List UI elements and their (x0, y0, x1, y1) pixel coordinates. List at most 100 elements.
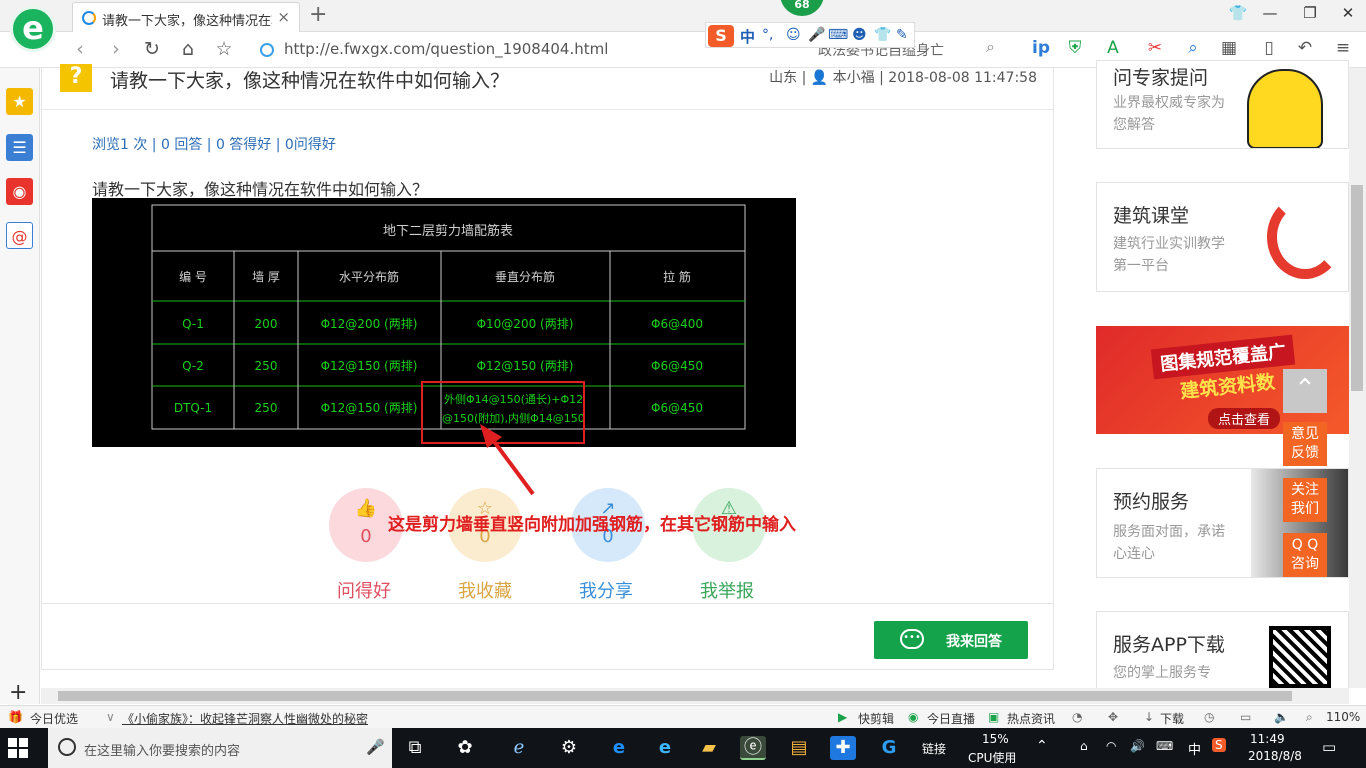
window-icon[interactable]: ▭ (1240, 710, 1251, 724)
volume-icon[interactable]: 🔊 (1130, 739, 1145, 753)
ie-e-icon[interactable]: ℯ (506, 736, 532, 760)
speed-icon[interactable]: ◔ (1072, 710, 1082, 724)
add-sidebar-icon[interactable]: + (9, 680, 27, 705)
shield-icon[interactable]: ⛨ (1064, 38, 1086, 58)
zoom-icon[interactable]: ⌕ (1306, 710, 1313, 725)
banner-cta[interactable]: 点击查看 (1208, 408, 1281, 429)
file-explorer-icon[interactable]: ▰ (696, 736, 722, 760)
expert-card[interactable]: 问专家提问 业界最权威专家为您解答 (1096, 60, 1349, 149)
wifi-icon[interactable]: ◠ (1106, 739, 1116, 753)
favorites-icon[interactable]: ★ (6, 88, 33, 115)
clock-date[interactable]: 2018/8/8 (1248, 749, 1302, 763)
forward-icon[interactable]: › (104, 38, 128, 60)
sogou-tray-icon[interactable]: S (1212, 738, 1226, 752)
skin-icon[interactable]: 👕 (1226, 4, 1250, 22)
today-picks-link[interactable]: 今日优选 (30, 710, 78, 727)
favorite-star-icon[interactable]: ☆ (212, 38, 236, 60)
mail-icon[interactable]: @ (6, 222, 33, 249)
kuaijianji-link[interactable]: 快剪辑 (858, 710, 894, 727)
collect-label[interactable]: 我收藏 (435, 577, 535, 603)
question-body: 请教一下大家，像这种情况在软件中如何输入？ (92, 180, 429, 199)
news-ticker-link[interactable]: 《小偷家族》：收起锋芒洞察人性幽微处的秘密 (122, 710, 368, 727)
g-app-icon[interactable]: G (876, 736, 902, 760)
plus-app-icon[interactable]: ✚ (830, 736, 856, 760)
pin-icon[interactable]: ✥ (1108, 710, 1118, 724)
report-label[interactable]: 我举报 (677, 577, 777, 603)
action-center-icon[interactable]: ▭ (1322, 738, 1336, 756)
settings-app-icon[interactable]: ⚙ (556, 736, 582, 760)
url-text[interactable]: http://e.fwxgx.com/question_1908404.html (284, 40, 608, 58)
links-toolbar[interactable]: 链接 (922, 740, 946, 757)
sound-icon[interactable]: 🔈 (1274, 710, 1289, 724)
windows-start-icon[interactable] (8, 738, 28, 758)
wrench-icon[interactable]: ✎ (896, 27, 908, 43)
browser-logo-icon[interactable]: e (10, 6, 56, 52)
share-label[interactable]: 我分享 (556, 577, 656, 603)
weibo-icon[interactable]: ◉ (6, 178, 33, 205)
microphone-icon[interactable]: 🎤 (808, 27, 825, 43)
minimize-icon[interactable]: — (1258, 4, 1282, 22)
network-icon[interactable]: ⌂ (1080, 739, 1088, 753)
question-datetime: 2018-08-08 11:47:58 (888, 70, 1037, 86)
clock-time[interactable]: 11:49 (1250, 732, 1285, 746)
home-icon[interactable]: ⌂ (176, 38, 200, 60)
download-icon: ↓ (1144, 710, 1155, 724)
answer-button[interactable]: ••• 我来回答 (874, 621, 1028, 659)
pinwheel-app-icon[interactable]: ✿ (452, 736, 478, 760)
sogou-ime-icon[interactable]: S (708, 25, 734, 47)
new-tab-button[interactable]: + (309, 3, 327, 27)
follow-us-button[interactable]: 关注 我们 (1283, 478, 1327, 522)
apps-grid-icon[interactable]: ▦ (1218, 38, 1240, 58)
undo-icon[interactable]: ↶ (1294, 38, 1316, 58)
notes-app-icon[interactable]: ▤ (786, 736, 812, 760)
question-stats[interactable]: 浏览1 次 | 0 回答 | 0 答得好 | 0问得好 (92, 134, 336, 154)
reading-list-icon[interactable]: ☰ (6, 134, 33, 161)
course-card[interactable]: 建筑课堂 建筑行业实训教学第一平台 (1096, 182, 1349, 292)
address-bar[interactable]: http://e.fwxgx.com/question_1908404.html (258, 37, 718, 63)
translate-icon[interactable]: A (1102, 38, 1124, 58)
taskbar-search-input[interactable]: 在这里输入你要搜索的内容 🎤 (48, 728, 392, 768)
search-icon[interactable]: ⌕ (986, 37, 995, 57)
shirt-icon[interactable]: 👕 (874, 27, 891, 43)
feedback-button[interactable]: 意见 反馈 (1283, 422, 1327, 466)
notification-badge[interactable]: 68 (780, 0, 824, 16)
internet-explorer-icon[interactable]: e (652, 736, 678, 760)
scissors-icon[interactable]: ✂ (1144, 38, 1166, 58)
back-icon[interactable]: ‹ (68, 38, 92, 60)
chevron-up-icon[interactable]: ⌃ (1036, 738, 1048, 754)
microphone-icon[interactable]: 🎤 (366, 738, 385, 756)
user-icon[interactable]: ☻ (852, 27, 867, 43)
punctuation-icon[interactable]: °, (762, 27, 773, 43)
tab-close-icon[interactable]: × (277, 8, 290, 26)
tablet-icon[interactable]: ▯ (1258, 38, 1280, 58)
live-link[interactable]: 今日直播 (927, 710, 975, 727)
like-label[interactable]: 问得好 (314, 577, 414, 603)
back-to-top-button[interactable]: ⌃ (1283, 369, 1327, 413)
browser-tab[interactable]: 请教一下大家，像这种情况在软件中如何输入？ - 工程问答 × (72, 2, 300, 32)
menu-icon[interactable]: ≡ (1332, 38, 1354, 58)
task-view-icon[interactable]: ⧉ (402, 736, 428, 760)
input-language[interactable]: 中 (1188, 739, 1201, 758)
emoji-icon[interactable]: ☺ (786, 27, 801, 43)
restore-icon[interactable]: ❐ (1298, 4, 1322, 22)
ime-lang-toggle[interactable]: 中 (740, 26, 755, 47)
magnifier-icon[interactable]: ⌕ (1182, 38, 1204, 58)
question-author[interactable]: 本小福 (833, 70, 875, 86)
download-link[interactable]: 下载 (1160, 710, 1184, 727)
close-icon[interactable]: ✕ (1336, 4, 1360, 22)
refresh-icon[interactable]: ↻ (140, 38, 164, 60)
chevron-down-icon[interactable]: ∨ (106, 710, 115, 724)
keyboard-icon[interactable]: ⌨ (828, 27, 848, 43)
live-icon: ◉ (908, 710, 919, 724)
horizontal-scroll-thumb[interactable] (58, 691, 1292, 701)
history-icon[interactable]: ◷ (1204, 710, 1214, 724)
qq-consult-button[interactable]: Q Q 咨询 (1283, 533, 1327, 577)
zoom-level[interactable]: 110% (1326, 710, 1360, 724)
ip-icon[interactable]: ip (1030, 38, 1052, 58)
browser-taskbar-icon[interactable]: ⓔ (740, 736, 766, 760)
hot-news-link[interactable]: 热点资讯 (1007, 710, 1055, 727)
app-card[interactable]: 服务APP下载 您的掌上服务专 (1096, 611, 1349, 691)
vertical-scroll-thumb[interactable] (1351, 185, 1363, 391)
edge-icon[interactable]: e (606, 736, 632, 760)
keyboard-icon[interactable]: ⌨ (1156, 739, 1173, 753)
